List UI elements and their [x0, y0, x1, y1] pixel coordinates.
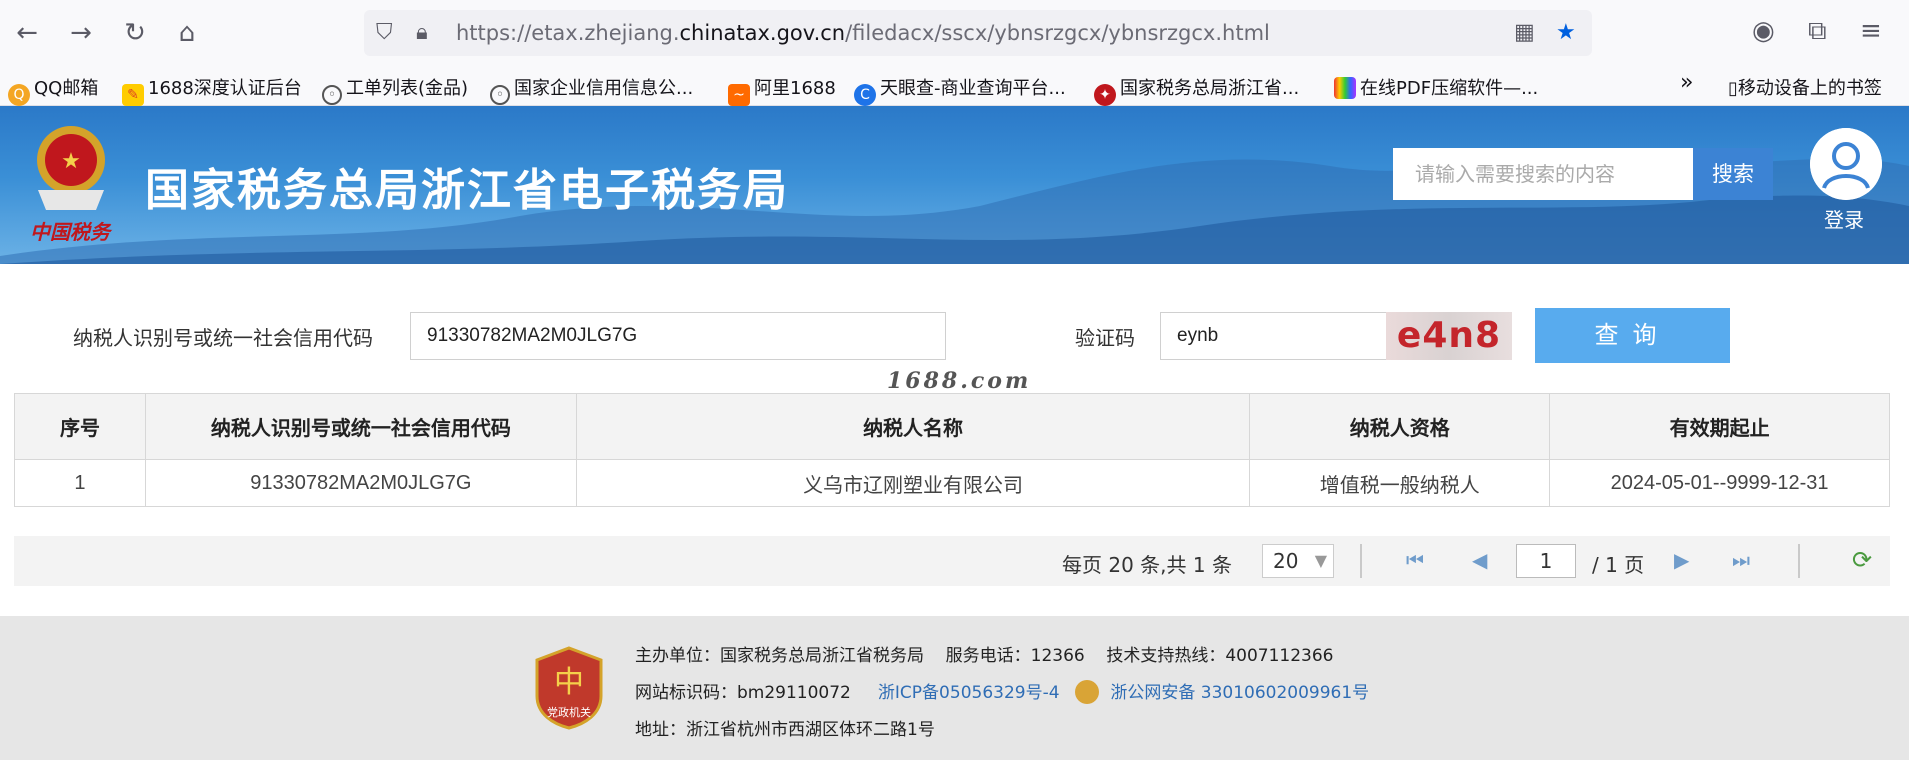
- bookmark-item[interactable]: ✦ 国家税务总局浙江省...: [1094, 74, 1299, 106]
- account-icon[interactable]: ◉: [1752, 16, 1775, 46]
- emblem-caption: 中国税务: [30, 220, 110, 244]
- table-row: 1 91330782MA2M0JLG7G 义乌市辽刚塑业有限公司 增值税一般纳税…: [14, 459, 1890, 507]
- taxpayer-id-label: 纳税人识别号或统一社会信用代码: [73, 326, 373, 350]
- table-cell: 1: [14, 459, 146, 507]
- bookmark-star-icon[interactable]: ★: [1556, 20, 1576, 45]
- site-title: 国家税务总局浙江省电子税务局: [145, 165, 789, 216]
- more-bookmarks-icon[interactable]: »: [1680, 70, 1693, 95]
- next-page-icon[interactable]: ▶: [1674, 548, 1689, 572]
- footer-line-1: 主办单位：国家税务总局浙江省税务局 服务电话：12366 技术支持热线：4007…: [635, 641, 1334, 666]
- watermark: 1688.com: [887, 368, 1032, 394]
- footer-site-id: 网站标识码：bm29110072: [635, 683, 851, 703]
- page-summary: 每页 20 条,共 1 条: [1062, 553, 1232, 577]
- bookmark-item[interactable]: Q QQ邮箱: [8, 74, 98, 106]
- last-page-icon[interactable]: ⏭: [1732, 548, 1750, 572]
- tax-emblem-icon: ✦: [1094, 84, 1116, 106]
- table-cell: 义乌市辽刚塑业有限公司: [575, 459, 1251, 507]
- page-size-select[interactable]: 20 ▼: [1262, 544, 1334, 578]
- column-header: 序号: [14, 393, 146, 460]
- table-cell: 91330782MA2M0JLG7G: [144, 459, 577, 507]
- svg-text:★: ★: [61, 149, 81, 174]
- 1688-icon: ✎: [122, 84, 144, 106]
- footer-host: 主办单位：国家税务总局浙江省税务局: [635, 646, 924, 666]
- footer-logo-caption: 党政机关: [547, 705, 591, 719]
- reload-icon[interactable]: ↻: [118, 16, 152, 50]
- tax-emblem-icon: ★: [37, 126, 105, 210]
- footer-phone: 服务电话：12366: [945, 646, 1085, 666]
- alibaba-icon: ~: [728, 84, 750, 106]
- bookmark-item[interactable]: C 天眼查-商业查询平台...: [854, 74, 1066, 106]
- shield-icon[interactable]: ⛉: [376, 20, 393, 45]
- pdf-compress-icon: [1334, 77, 1356, 99]
- first-page-icon[interactable]: ⏮: [1406, 548, 1424, 572]
- police-badge-icon: [1074, 680, 1099, 704]
- page-number-input[interactable]: 1: [1516, 544, 1576, 578]
- qr-code-icon[interactable]: ▦: [1514, 20, 1535, 45]
- address-bar[interactable]: ⛉ 🔒︎ https://etax.zhejiang.chinatax.gov.…: [364, 10, 1592, 56]
- site-header: ★ 中国税务 国家税务总局浙江省电子税务局 请输入需要搜索的内容 搜索 登录: [0, 106, 1909, 264]
- svg-text:中: 中: [554, 665, 584, 700]
- divider: [1798, 544, 1800, 578]
- results-table: 序号 纳税人识别号或统一社会信用代码 纳税人名称 纳税人资格 有效期起止 1 9…: [14, 393, 1890, 507]
- forward-icon[interactable]: →: [64, 16, 98, 50]
- bookmark-item[interactable]: ✎ 1688深度认证后台: [122, 74, 302, 106]
- taxpayer-id-input[interactable]: 91330782MA2M0JLG7G: [410, 312, 946, 360]
- browser-toolbar: ← → ↻ ⌂ ⛉ 🔒︎ https://etax.zhejiang.china…: [0, 0, 1909, 68]
- refresh-icon[interactable]: ⟳: [1852, 546, 1872, 574]
- extensions-icon[interactable]: ⧉: [1808, 16, 1827, 47]
- site-footer: 中 党政机关 主办单位：国家税务总局浙江省税务局 服务电话：12366 技术支持…: [0, 616, 1909, 760]
- url-text[interactable]: https://etax.zhejiang.chinatax.gov.cn/fi…: [456, 21, 1270, 45]
- lock-icon[interactable]: 🔒︎: [416, 20, 428, 45]
- login-link[interactable]: 登录: [1824, 204, 1864, 233]
- party-government-logo[interactable]: 中 党政机关: [533, 646, 605, 730]
- column-header: 纳税人识别号或统一社会信用代码: [144, 393, 577, 460]
- column-header: 纳税人资格: [1249, 393, 1551, 460]
- captcha-label: 验证码: [1075, 326, 1135, 350]
- query-button[interactable]: 查询: [1535, 308, 1730, 363]
- user-avatar-icon[interactable]: [1810, 128, 1882, 200]
- table-header-row: 序号 纳税人识别号或统一社会信用代码 纳税人名称 纳税人资格 有效期起止: [14, 393, 1890, 460]
- captcha-image[interactable]: e4n8: [1386, 312, 1512, 360]
- globe-icon: ◦: [490, 85, 510, 105]
- search-input[interactable]: 请输入需要搜索的内容: [1393, 148, 1693, 200]
- bookmark-item[interactable]: 在线PDF压缩软件—...: [1334, 74, 1538, 100]
- previous-page-icon[interactable]: ◀: [1472, 548, 1487, 572]
- globe-icon: ◦: [322, 85, 342, 105]
- captcha-input[interactable]: eynb: [1160, 312, 1388, 360]
- total-pages: / 1 页: [1592, 553, 1645, 577]
- tianyancha-icon: C: [854, 84, 876, 106]
- pagination-bar: 每页 20 条,共 1 条 20 ▼ ⏮ ◀ 1 / 1 页 ▶ ⏭ ⟳: [14, 536, 1890, 586]
- footer-support: 技术支持热线：4007112366: [1106, 646, 1334, 666]
- column-header: 纳税人名称: [575, 393, 1251, 460]
- home-icon[interactable]: ⌂: [170, 16, 204, 50]
- footer-address: 地址：浙江省杭州市西湖区体环二路1号: [635, 720, 935, 740]
- table-cell: 2024-05-01--9999-12-31: [1549, 459, 1890, 507]
- mobile-bookmarks[interactable]: ▯移动设备上的书签: [1728, 74, 1882, 100]
- bookmarks-bar: Q QQ邮箱 ✎ 1688深度认证后台 ◦ 工单列表(金品) ◦ 国家企业信用信息公..…: [0, 68, 1909, 106]
- divider: [1360, 544, 1362, 578]
- menu-icon[interactable]: ≡: [1860, 16, 1882, 46]
- back-icon[interactable]: ←: [10, 16, 44, 50]
- qq-mail-icon: Q: [8, 84, 30, 106]
- chevron-down-icon: ▼: [1314, 551, 1327, 570]
- bookmark-item[interactable]: ◦ 工单列表(金品): [322, 74, 468, 105]
- search-button[interactable]: 搜索: [1693, 148, 1773, 200]
- bookmark-item[interactable]: ◦ 国家企业信用信息公...: [490, 74, 693, 105]
- police-record-link[interactable]: 浙公网安备 33010602009961号: [1110, 683, 1369, 703]
- table-cell: 增值税一般纳税人: [1249, 459, 1551, 507]
- page-size-value: 20: [1273, 549, 1299, 573]
- column-header: 有效期起止: [1549, 393, 1890, 460]
- phone-icon: ▯: [1728, 78, 1738, 99]
- bookmark-item[interactable]: ~ 阿里1688: [728, 74, 836, 106]
- footer-line-2: 网站标识码：bm29110072 浙ICP备05056329号-4 浙公网安备 …: [635, 678, 1369, 704]
- icp-link[interactable]: 浙ICP备05056329号-4: [878, 683, 1060, 703]
